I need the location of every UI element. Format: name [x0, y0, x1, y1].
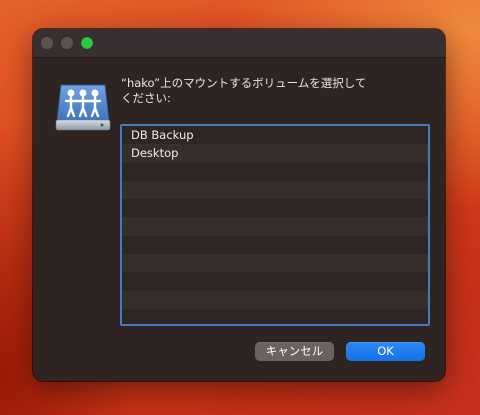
- volume-list-empty-row: [122, 217, 428, 236]
- zoom-window-button[interactable]: [81, 37, 93, 49]
- volume-list-empty-row: [122, 272, 428, 291]
- dialog-message-line-1: “hako”上のマウントするボリュームを選択して: [121, 76, 367, 90]
- volume-list[interactable]: DB Backup Desktop: [120, 124, 430, 326]
- minimize-window-button[interactable]: [61, 37, 73, 49]
- volume-list-empty-row: [122, 235, 428, 255]
- mount-volume-dialog: “hako”上のマウントするボリュームを選択して ください: DB Backup…: [33, 29, 445, 381]
- volume-list-empty-row: [122, 290, 428, 309]
- volume-list-empty-row: [122, 162, 428, 181]
- dialog-message: “hako”上のマウントするボリュームを選択して ください:: [121, 76, 421, 106]
- volume-list-empty-row: [122, 180, 428, 200]
- title-bar: [33, 29, 445, 58]
- cancel-button[interactable]: キャンセル: [255, 342, 334, 361]
- volume-list-empty-row: [122, 308, 428, 324]
- volume-list-item[interactable]: DB Backup: [122, 126, 428, 145]
- volume-list-empty-row: [122, 254, 428, 273]
- shared-network-volume-icon: [53, 79, 113, 139]
- volume-list-empty-row: [122, 199, 428, 218]
- dialog-message-line-2: ください:: [121, 91, 171, 105]
- ok-button[interactable]: OK: [346, 342, 425, 361]
- close-window-button[interactable]: [41, 37, 53, 49]
- volume-list-item[interactable]: Desktop: [122, 144, 428, 163]
